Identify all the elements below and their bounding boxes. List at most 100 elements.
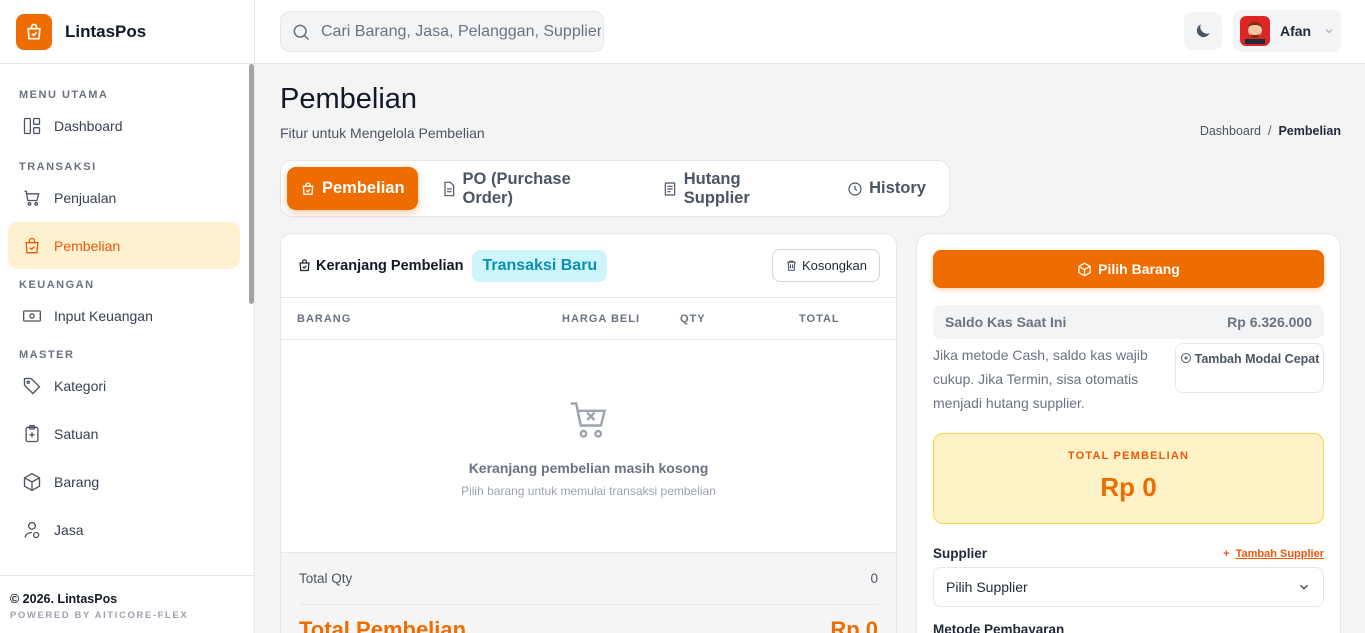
sidebar-nav: MENU UTAMA Dashboard TRANSAKSI Penjualan… <box>0 64 248 575</box>
pick-item-button[interactable]: Pilih Barang <box>933 250 1324 288</box>
cash-balance-label: Saldo Kas Saat Ini <box>945 314 1067 330</box>
copyright-text: © 2026. LintasPos <box>10 592 118 606</box>
total-box-label: TOTAL PEMBELIAN <box>1067 450 1190 462</box>
brand[interactable]: LintasPos <box>0 0 254 64</box>
column-header-barang: BARANG <box>297 312 352 325</box>
topbar: Afan <box>255 0 1365 64</box>
page-subtitle: Fitur untuk Mengelola Pembelian <box>280 125 485 141</box>
tab-bar: Pembelian PO (Purchase Order) Hutang Sup… <box>280 160 950 217</box>
tab-label: Hutang Supplier <box>683 169 750 207</box>
tab-label: Pembelian <box>322 179 405 197</box>
pick-item-label: Pilih Barang <box>1098 261 1180 277</box>
app-name: LintasPos <box>65 21 147 41</box>
theme-toggle-button[interactable] <box>1184 12 1222 50</box>
clipboard-icon <box>25 424 39 442</box>
clear-cart-label: Kosongkan <box>801 258 867 273</box>
column-header-qty: QTY <box>680 312 706 325</box>
section-keuangan: KEUANGAN <box>19 279 95 291</box>
cart-empty-state: Keranjang pembelian masih kosong Pilih b… <box>281 340 896 553</box>
tab-hutang-supplier[interactable]: Hutang Supplier <box>649 167 824 210</box>
cart-card: Keranjang Pembelian Transaksi Baru Koson… <box>280 233 897 633</box>
clock-icon <box>848 181 862 196</box>
clear-cart-button[interactable]: Kosongkan <box>771 249 880 282</box>
sidebar-footer: © 2026. LintasPos POWERED BY AITICORE-FL… <box>0 575 254 633</box>
total-qty-value: 0 <box>870 571 878 586</box>
search-icon <box>293 24 310 40</box>
sidebar-item-label: Input Keuangan <box>54 307 153 324</box>
supplier-label: Supplier <box>933 546 988 561</box>
receipt-icon <box>664 181 676 196</box>
cash-balance-row: Saldo Kas Saat Ini Rp 6.326.000 <box>933 305 1324 339</box>
sidebar-item-label: Pembelian <box>54 237 121 254</box>
cash-icon <box>23 309 41 322</box>
total-pembelian-box: TOTAL PEMBELIAN Rp 0 <box>933 433 1324 524</box>
tab-label: PO (Purchase Order) <box>462 169 571 207</box>
moon-icon <box>1196 24 1210 38</box>
dashboard-icon <box>23 117 41 134</box>
chevron-down-icon <box>1300 584 1308 590</box>
cash-info-text: Jika metode Cash, saldo kas wajib cukup.… <box>933 347 1148 411</box>
checkout-panel: Pilih Barang Saldo Kas Saat Ini Rp 6.326… <box>916 233 1341 633</box>
sidebar-item-jasa[interactable]: Jasa <box>8 506 240 553</box>
sidebar-item-input-keuangan[interactable]: Input Keuangan <box>8 292 240 339</box>
supplier-select-value: Pilih Supplier <box>946 579 1028 595</box>
chevron-down-icon <box>1325 29 1333 34</box>
sidebar-item-penjualan[interactable]: Penjualan <box>8 174 240 221</box>
document-icon <box>443 181 454 196</box>
user-menu-button[interactable]: Afan <box>1233 10 1341 52</box>
breadcrumb-current: Pembelian <box>1278 124 1341 138</box>
add-supplier-link[interactable]: + Tambah Supplier <box>1223 548 1324 560</box>
add-supplier-label: Tambah Supplier <box>1235 547 1324 560</box>
tag-icon <box>23 377 41 394</box>
sidebar: LintasPos MENU UTAMA Dashboard TRANSAKSI… <box>0 0 255 633</box>
supplier-row: Supplier + Tambah Supplier <box>933 546 1324 561</box>
sidebar-item-label: Penjualan <box>54 189 117 206</box>
cart-summary: Total Qty 0 Total Pembelian Rp 0 <box>281 553 896 633</box>
breadcrumb-link-dashboard[interactable]: Dashboard <box>1200 124 1261 138</box>
empty-cart-icon <box>570 402 606 438</box>
payment-method-label: Metode Pembayaran <box>933 622 1065 633</box>
sidebar-item-label: Barang <box>54 473 100 490</box>
sidebar-scrollbar[interactable] <box>249 64 254 304</box>
column-header-total: TOTAL <box>799 312 840 325</box>
section-master: MASTER <box>19 349 75 361</box>
cash-balance-value: Rp 6.326.000 <box>1227 314 1312 330</box>
search-box[interactable] <box>280 11 604 52</box>
shopping-bag-icon <box>302 181 314 195</box>
supplier-select[interactable]: Pilih Supplier <box>933 567 1324 607</box>
sidebar-item-label: Dashboard <box>54 117 123 134</box>
status-badge: Transaksi Baru <box>472 249 608 282</box>
sidebar-item-label: Satuan <box>54 425 99 442</box>
tab-po[interactable]: PO (Purchase Order) <box>428 167 639 210</box>
user-service-icon <box>24 521 40 538</box>
add-capital-button[interactable]: Tambah Modal Cepat <box>1175 343 1324 393</box>
sidebar-item-pembelian[interactable]: Pembelian <box>8 222 240 269</box>
add-capital-label: Tambah Modal Cepat <box>1194 352 1320 366</box>
shopping-bag-icon <box>25 237 39 253</box>
total-qty-row: Total Qty 0 <box>299 553 878 605</box>
total-pembelian-value: Rp 0 <box>830 617 878 633</box>
total-qty-label: Total Qty <box>299 571 353 586</box>
section-menu-utama: MENU UTAMA <box>19 89 109 101</box>
cart-table-header: BARANG HARGA BELI QTY TOTAL <box>281 298 896 340</box>
total-pembelian-label: Total Pembelian <box>299 617 467 633</box>
cart-icon <box>24 190 40 206</box>
cart-title: Keranjang Pembelian <box>316 257 464 274</box>
sidebar-item-dashboard[interactable]: Dashboard <box>8 102 240 149</box>
sidebar-item-label: Jasa <box>54 521 84 538</box>
tab-pembelian[interactable]: Pembelian <box>287 167 418 210</box>
total-pembelian-row: Total Pembelian Rp 0 <box>299 605 878 633</box>
avatar <box>1240 16 1270 46</box>
total-box-value: Rp 0 <box>1100 472 1157 502</box>
tab-history[interactable]: History <box>834 167 939 210</box>
sidebar-item-satuan[interactable]: Satuan <box>8 410 240 457</box>
sidebar-item-label: Kategori <box>54 377 107 394</box>
trash-icon <box>787 260 796 271</box>
powered-by-text: POWERED BY AITICORE-FLEX <box>10 610 189 621</box>
section-transaksi: TRANSAKSI <box>19 161 97 173</box>
search-input[interactable] <box>321 22 601 41</box>
sidebar-item-kategori[interactable]: Kategori <box>8 362 240 409</box>
sidebar-item-barang[interactable]: Barang <box>8 458 240 505</box>
breadcrumb-separator: / <box>1267 124 1272 138</box>
box-icon <box>1078 262 1091 276</box>
